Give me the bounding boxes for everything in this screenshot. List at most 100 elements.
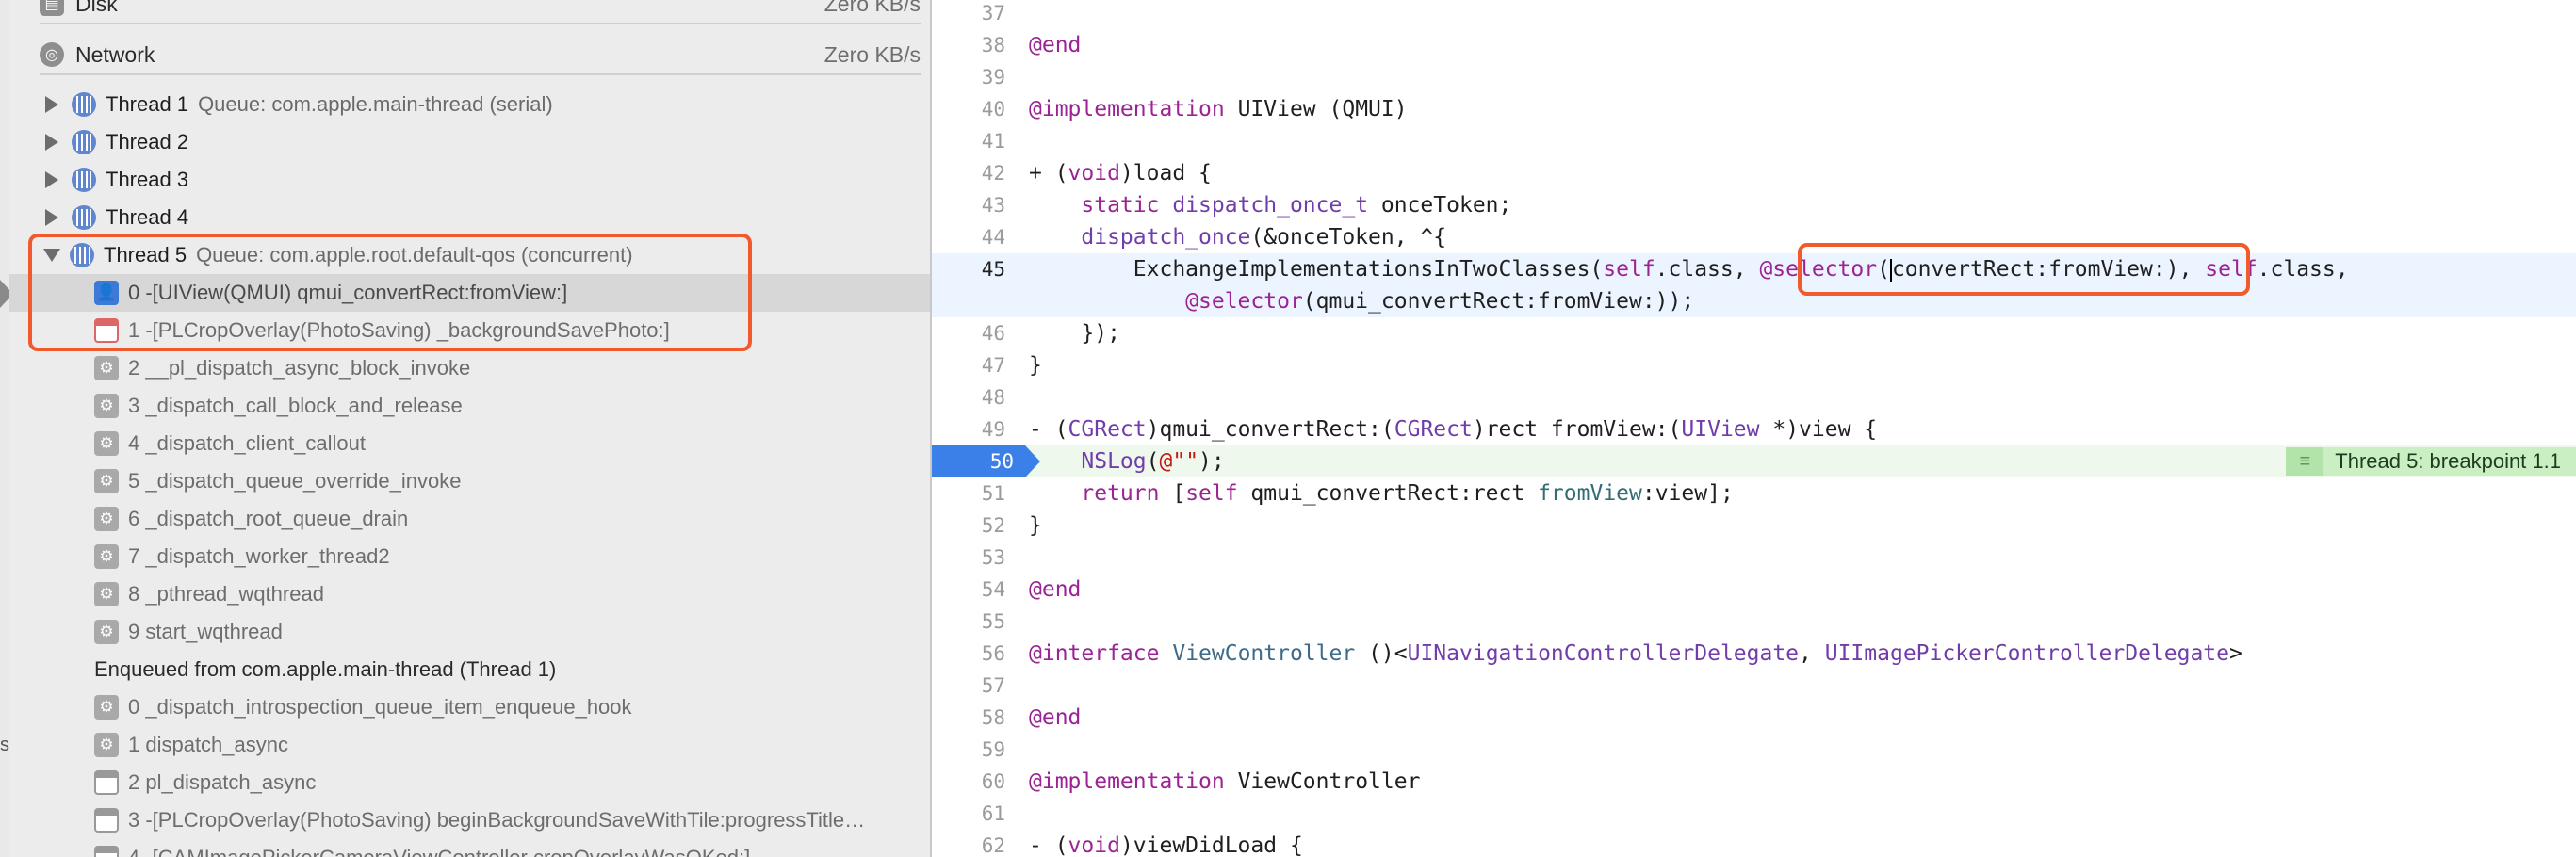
code-line: 38 @end — [932, 29, 2576, 61]
disclosure-triangle-icon[interactable] — [45, 171, 58, 188]
line-number: 56 — [981, 642, 1005, 665]
frame-label: 3 _dispatch_call_block_and_release — [128, 394, 463, 417]
disclosure-triangle-icon[interactable] — [45, 134, 58, 151]
code-line: 42 + (void)load { — [932, 157, 2576, 189]
stack-frame-row[interactable]: ⚙ 7 _dispatch_worker_thread2 — [9, 538, 930, 575]
frame-label: 2 pl_dispatch_async — [128, 770, 317, 794]
gear-icon: ⚙ — [94, 356, 119, 380]
window-icon — [94, 808, 119, 833]
gear-icon: ⚙ — [94, 582, 119, 606]
resource-row-network[interactable]: ◎ Network Zero KB/s — [40, 36, 921, 75]
line-number: 57 — [981, 674, 1005, 697]
line-number: 60 — [981, 770, 1005, 793]
frame-label: 3 -[PLCropOverlay(PhotoSaving) beginBack… — [128, 808, 866, 832]
line-number: 51 — [981, 482, 1005, 505]
gutter-letter: s — [0, 735, 9, 755]
frame-label: 2 __pl_dispatch_async_block_invoke — [128, 356, 471, 380]
selector-highlight-box — [1798, 243, 2250, 296]
stack-frame-row[interactable]: ⚙ 5 _dispatch_queue_override_invoke — [9, 462, 930, 500]
gear-icon: ⚙ — [94, 544, 119, 569]
code-line: 43 static dispatch_once_t onceToken; — [932, 189, 2576, 221]
line-number: 45 — [981, 258, 1005, 281]
frame-label: 8 _pthread_wqthread — [128, 582, 324, 606]
gear-icon: ⚙ — [94, 469, 119, 493]
enqueued-frame-row[interactable]: 4 -[CAMImagePickerCameraViewController c… — [9, 839, 930, 857]
line-number: 40 — [981, 98, 1005, 121]
breakpoint-marker[interactable]: 50 — [932, 445, 1040, 477]
frame-label: 5 _dispatch_queue_override_invoke — [128, 469, 462, 493]
frame-label: 4 _dispatch_client_callout — [128, 431, 366, 455]
debug-navigator: ▤ Disk Zero KB/s ◎ Network Zero KB/s Thr… — [9, 0, 932, 857]
disclosure-triangle-icon[interactable] — [45, 209, 58, 226]
code-line: 55 — [932, 606, 2576, 638]
code-line: 59 — [932, 734, 2576, 766]
stack-frame-row[interactable]: ⚙ 8 _pthread_wqthread — [9, 575, 930, 613]
breakpoint-label: Thread 5: breakpoint 1.1 — [2335, 449, 2561, 473]
code-line: 39 — [932, 61, 2576, 93]
code-line: 46 }); — [932, 317, 2576, 349]
line-number: 41 — [981, 130, 1005, 153]
disk-icon: ▤ — [40, 0, 64, 16]
thread-icon — [72, 168, 96, 192]
code-line: 60 @implementation ViewController — [932, 766, 2576, 798]
line-number: 59 — [981, 738, 1005, 761]
code-line: 41 — [932, 125, 2576, 157]
code-line: 47} — [932, 349, 2576, 381]
enqueued-frame-row[interactable]: 3 -[PLCropOverlay(PhotoSaving) beginBack… — [9, 801, 930, 839]
line-number: 55 — [981, 610, 1005, 633]
code-line: 49- (CGRect)qmui_convertRect:(CGRect)rec… — [932, 413, 2576, 445]
gear-icon: ⚙ — [94, 394, 119, 418]
thread-row[interactable]: Thread 4 — [9, 199, 930, 236]
menu-lines-icon: ≡ — [2286, 447, 2324, 476]
enqueued-frame-row[interactable]: ⚙ 0 _dispatch_introspection_queue_item_e… — [9, 688, 930, 726]
line-number: 61 — [981, 802, 1005, 825]
code-line: 54 @end — [932, 574, 2576, 606]
line-number: 42 — [981, 162, 1005, 185]
enqueued-frame-row[interactable]: 2 pl_dispatch_async — [9, 764, 930, 801]
resource-row-disk[interactable]: ▤ Disk Zero KB/s — [40, 0, 921, 24]
line-number: 49 — [981, 418, 1005, 441]
line-number: 58 — [981, 706, 1005, 729]
enqueued-frame-row[interactable]: ⚙ 1 dispatch_async — [9, 726, 930, 764]
breakpoint-annotation[interactable]: ≡ Thread 5: breakpoint 1.1 — [2286, 447, 2576, 476]
code-line: 53 — [932, 542, 2576, 574]
thread-name: Thread 2 — [106, 130, 189, 154]
stack-frame-row[interactable]: ⚙ 2 __pl_dispatch_async_block_invoke — [9, 349, 930, 387]
gear-icon: ⚙ — [94, 620, 119, 644]
line-number: 46 — [981, 322, 1005, 345]
stack-frame-row[interactable]: ⚙ 9 start_wqthread — [9, 613, 930, 651]
line-number: 38 — [981, 34, 1005, 57]
code-line: 37 — [932, 0, 2576, 29]
stack-frame-row[interactable]: ⚙ 4 _dispatch_client_callout — [9, 425, 930, 462]
resource-name: Disk — [75, 0, 118, 16]
code-line: 57 — [932, 670, 2576, 702]
code-line: 52} — [932, 509, 2576, 542]
thread-row[interactable]: Thread 2 — [9, 123, 930, 161]
frame-label: 7 _dispatch_worker_thread2 — [128, 544, 390, 568]
code-line: 51 return [self qmui_convertRect:rect fr… — [932, 477, 2576, 509]
thread-row[interactable]: Thread 1 Queue: com.apple.main-thread (s… — [9, 86, 930, 123]
thread-row[interactable]: Thread 3 — [9, 161, 930, 199]
thread-name: Thread 4 — [106, 205, 189, 229]
frame-label: 6 _dispatch_root_queue_drain — [128, 507, 409, 530]
line-number: 52 — [981, 514, 1005, 537]
line-number: 43 — [981, 194, 1005, 217]
line-number: 62 — [981, 834, 1005, 857]
stack-frame-row[interactable]: ⚙ 3 _dispatch_call_block_and_release — [9, 387, 930, 425]
stack-frame-row[interactable]: ⚙ 6 _dispatch_root_queue_drain — [9, 500, 930, 538]
code-line: 40 @implementation UIView (QMUI) — [932, 93, 2576, 125]
disclosure-triangle-icon[interactable] — [45, 96, 58, 113]
window-icon — [94, 846, 119, 857]
code-line: 56 @interface ViewController ()<UINavigat… — [932, 638, 2576, 670]
resource-value: Zero KB/s — [823, 0, 921, 16]
gear-icon: ⚙ — [94, 507, 119, 531]
code-line-current[interactable]: 45 ExchangeImplementationsInTwoClasses(s… — [932, 253, 2576, 317]
thread-icon — [72, 130, 96, 154]
line-number: 37 — [981, 2, 1005, 24]
line-number: 44 — [981, 226, 1005, 249]
resource-name: Network — [75, 41, 155, 67]
gear-icon: ⚙ — [94, 695, 119, 720]
source-editor[interactable]: 37 38 @end 39 40 @implementation UIView (Q… — [932, 0, 2576, 857]
line-number: 48 — [981, 386, 1005, 409]
thread-name: Thread 1 — [106, 92, 189, 116]
